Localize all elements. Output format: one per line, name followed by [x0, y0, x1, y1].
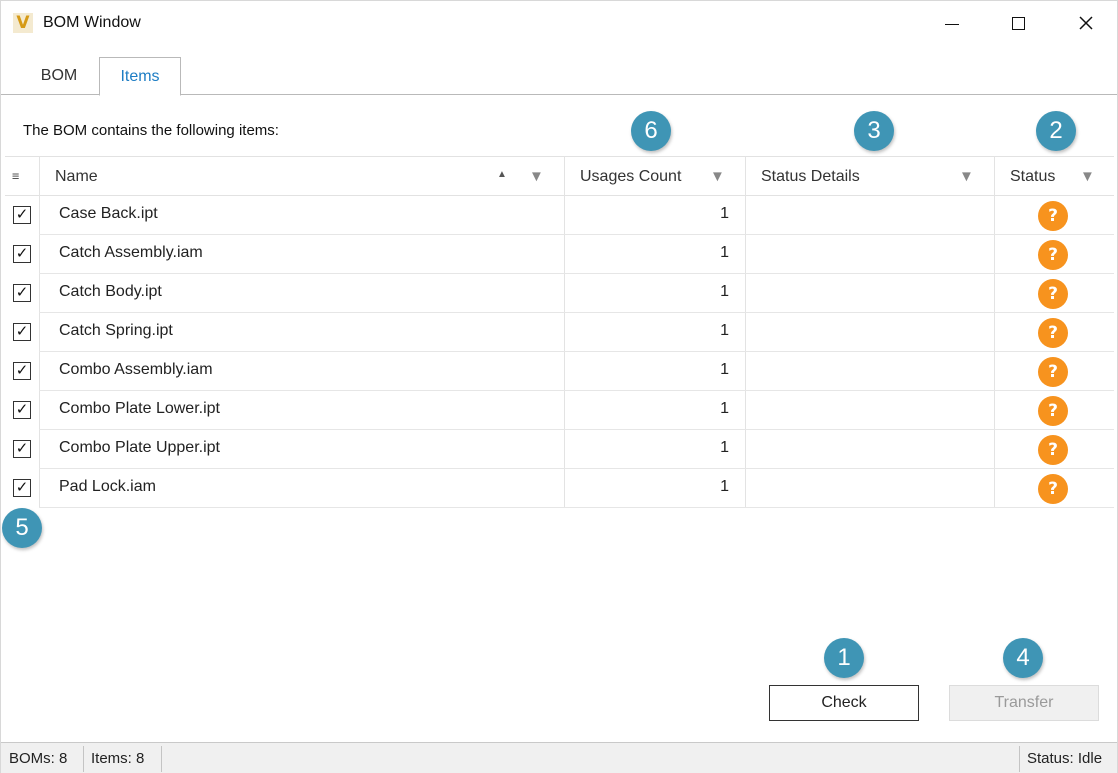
- callout-badge-6: 6: [631, 111, 671, 151]
- question-icon: ?: [1038, 318, 1068, 348]
- close-icon: [1079, 16, 1093, 30]
- maximize-icon: [1011, 16, 1025, 30]
- filter-icon[interactable]: ▼: [710, 169, 726, 185]
- minimize-icon: [945, 23, 959, 25]
- item-name: Combo Plate Lower.ipt: [59, 400, 220, 417]
- row-checkbox[interactable]: ✓: [13, 245, 31, 263]
- row-checkbox[interactable]: ✓: [13, 479, 31, 497]
- usages-count: 1: [720, 478, 729, 495]
- filter-icon[interactable]: ▼: [1080, 169, 1096, 185]
- question-icon: ?: [1038, 201, 1068, 231]
- table-row[interactable]: Combo Assembly.iam 1?: [39, 352, 1114, 391]
- status-separator: [83, 746, 84, 772]
- row-checkbox[interactable]: ✓: [13, 284, 31, 302]
- status-bar: BOMs: 8 Items: 8 Status: Idle: [1, 742, 1117, 773]
- column-header-name[interactable]: Name ▲ ▼: [39, 156, 564, 196]
- status-separator: [161, 746, 162, 772]
- row-checkbox[interactable]: ✓: [13, 362, 31, 380]
- filter-icon[interactable]: ▼: [529, 169, 545, 185]
- table-row[interactable]: Combo Plate Lower.ipt 1?: [39, 391, 1114, 430]
- tab-strip: BOM Items: [1, 57, 1117, 96]
- column-header-status[interactable]: Status ▼: [994, 156, 1114, 196]
- usages-count: 1: [720, 322, 729, 339]
- filter-icon[interactable]: ▼: [959, 169, 975, 185]
- table-row[interactable]: Pad Lock.iam 1?: [39, 469, 1114, 508]
- table-row[interactable]: Catch Body.ipt 1?: [39, 274, 1114, 313]
- usages-count: 1: [720, 205, 729, 222]
- status-separator: [1019, 746, 1020, 772]
- column-chooser-icon: ≡: [12, 169, 20, 183]
- column-header-status-details[interactable]: Status Details ▼: [745, 156, 994, 196]
- question-icon: ?: [1038, 279, 1068, 309]
- column-label-usages: Usages Count: [580, 168, 682, 185]
- tab-items[interactable]: Items: [99, 57, 181, 96]
- close-button[interactable]: [1063, 1, 1109, 45]
- callout-badge-3: 3: [854, 111, 894, 151]
- column-header-usages[interactable]: Usages Count ▼: [564, 156, 745, 196]
- item-count: Items: 8: [91, 750, 145, 767]
- bom-window: V BOM Window BOM Items The BOM contains …: [0, 0, 1118, 773]
- table-row[interactable]: Catch Spring.ipt 1?: [39, 313, 1114, 352]
- question-icon: ?: [1038, 474, 1068, 504]
- question-icon: ?: [1038, 435, 1068, 465]
- row-checkbox[interactable]: ✓: [13, 323, 31, 341]
- intro-text: The BOM contains the following items:: [23, 122, 279, 139]
- table-row[interactable]: Combo Plate Upper.ipt 1?: [39, 430, 1114, 469]
- usages-count: 1: [720, 439, 729, 456]
- item-name: Catch Body.ipt: [59, 283, 162, 300]
- check-button[interactable]: Check: [769, 685, 919, 721]
- row-checkbox[interactable]: ✓: [13, 440, 31, 458]
- window-title: BOM Window: [43, 14, 141, 31]
- app-logo-icon: V: [13, 13, 33, 33]
- item-name: Combo Plate Upper.ipt: [59, 439, 220, 456]
- usages-count: 1: [720, 361, 729, 378]
- bom-count: BOMs: 8: [9, 750, 68, 767]
- title-bar: V BOM Window: [1, 1, 1117, 45]
- column-chooser-header[interactable]: ≡: [5, 156, 39, 196]
- callout-badge-5: 5: [2, 508, 42, 548]
- item-name: Pad Lock.iam: [59, 478, 156, 495]
- maximize-button[interactable]: [995, 1, 1041, 45]
- tab-bom[interactable]: BOM: [21, 57, 97, 95]
- item-name: Case Back.ipt: [59, 205, 158, 222]
- table-row[interactable]: Case Back.ipt 1?: [39, 196, 1114, 235]
- question-icon: ?: [1038, 357, 1068, 387]
- table-row[interactable]: Catch Assembly.iam 1?: [39, 235, 1114, 274]
- transfer-button[interactable]: Transfer: [949, 685, 1099, 721]
- callout-badge-4: 4: [1003, 638, 1043, 678]
- usages-count: 1: [720, 244, 729, 261]
- question-icon: ?: [1038, 240, 1068, 270]
- column-label-name: Name: [55, 168, 98, 185]
- callout-badge-1: 1: [824, 638, 864, 678]
- column-label-status-details: Status Details: [761, 168, 860, 185]
- item-name: Catch Assembly.iam: [59, 244, 203, 261]
- column-label-status: Status: [1010, 168, 1056, 185]
- sort-ascending-icon: ▲: [497, 169, 507, 180]
- item-name: Combo Assembly.iam: [59, 361, 213, 378]
- callout-badge-2: 2: [1036, 111, 1076, 151]
- row-checkbox[interactable]: ✓: [13, 401, 31, 419]
- status-text: Status: Idle: [1027, 750, 1103, 767]
- usages-count: 1: [720, 400, 729, 417]
- row-checkbox[interactable]: ✓: [13, 206, 31, 224]
- item-name: Catch Spring.ipt: [59, 322, 173, 339]
- minimize-button[interactable]: [929, 1, 975, 45]
- usages-count: 1: [720, 283, 729, 300]
- question-icon: ?: [1038, 396, 1068, 426]
